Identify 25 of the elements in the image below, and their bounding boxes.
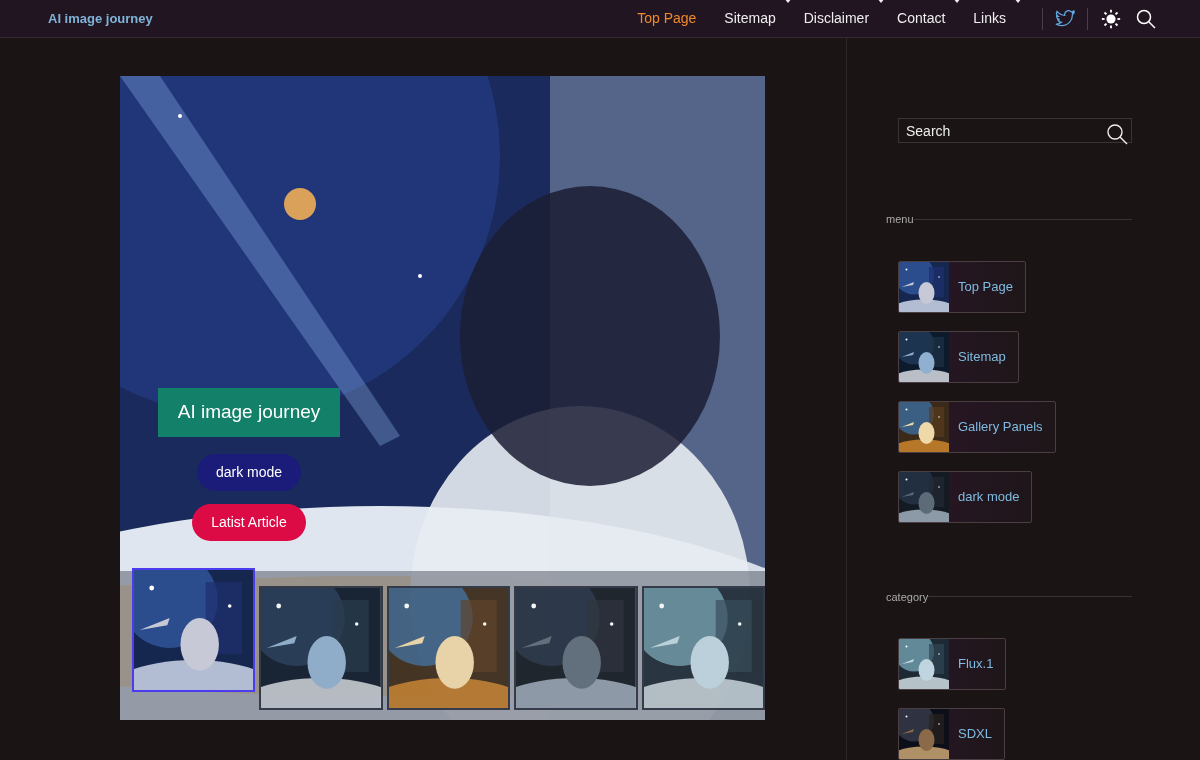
- search-icon[interactable]: [1136, 8, 1156, 29]
- menu-card-label: Sitemap: [958, 347, 1006, 366]
- section-heading: category: [886, 589, 929, 605]
- nav-link[interactable]: Links: [959, 8, 1020, 29]
- sun-icon[interactable]: [1100, 7, 1122, 30]
- menu-card[interactable]: Top Page: [898, 260, 1026, 313]
- menu-card-label: dark mode: [958, 487, 1020, 506]
- menu-card[interactable]: SDXL: [898, 708, 1005, 760]
- menu-card[interactable]: Gallery Panels: [898, 400, 1056, 453]
- nav-link[interactable]: Disclaimer: [789, 8, 884, 29]
- nav-link[interactable]: Contact: [883, 8, 960, 29]
- bird-icon[interactable]: [1055, 9, 1075, 28]
- menu-card[interactable]: dark mode: [898, 470, 1033, 523]
- site-title[interactable]: AI image journey: [48, 8, 153, 29]
- menu-card-label: Gallery Panels: [958, 417, 1043, 436]
- nav-link[interactable]: Top Page: [623, 8, 711, 29]
- menu-card[interactable]: Flux.1: [898, 638, 1007, 690]
- menu-card-label: SDXL: [958, 725, 992, 744]
- menu-card-label: Flux.1: [958, 655, 994, 674]
- section-heading: menu: [886, 212, 914, 227]
- search-icon[interactable]: [1106, 123, 1128, 145]
- menu-card[interactable]: Sitemap: [898, 330, 1019, 383]
- nav-link[interactable]: Sitemap: [710, 8, 790, 29]
- search-field[interactable]: Search: [898, 118, 1132, 143]
- menu-card-label: Top Page: [958, 277, 1013, 296]
